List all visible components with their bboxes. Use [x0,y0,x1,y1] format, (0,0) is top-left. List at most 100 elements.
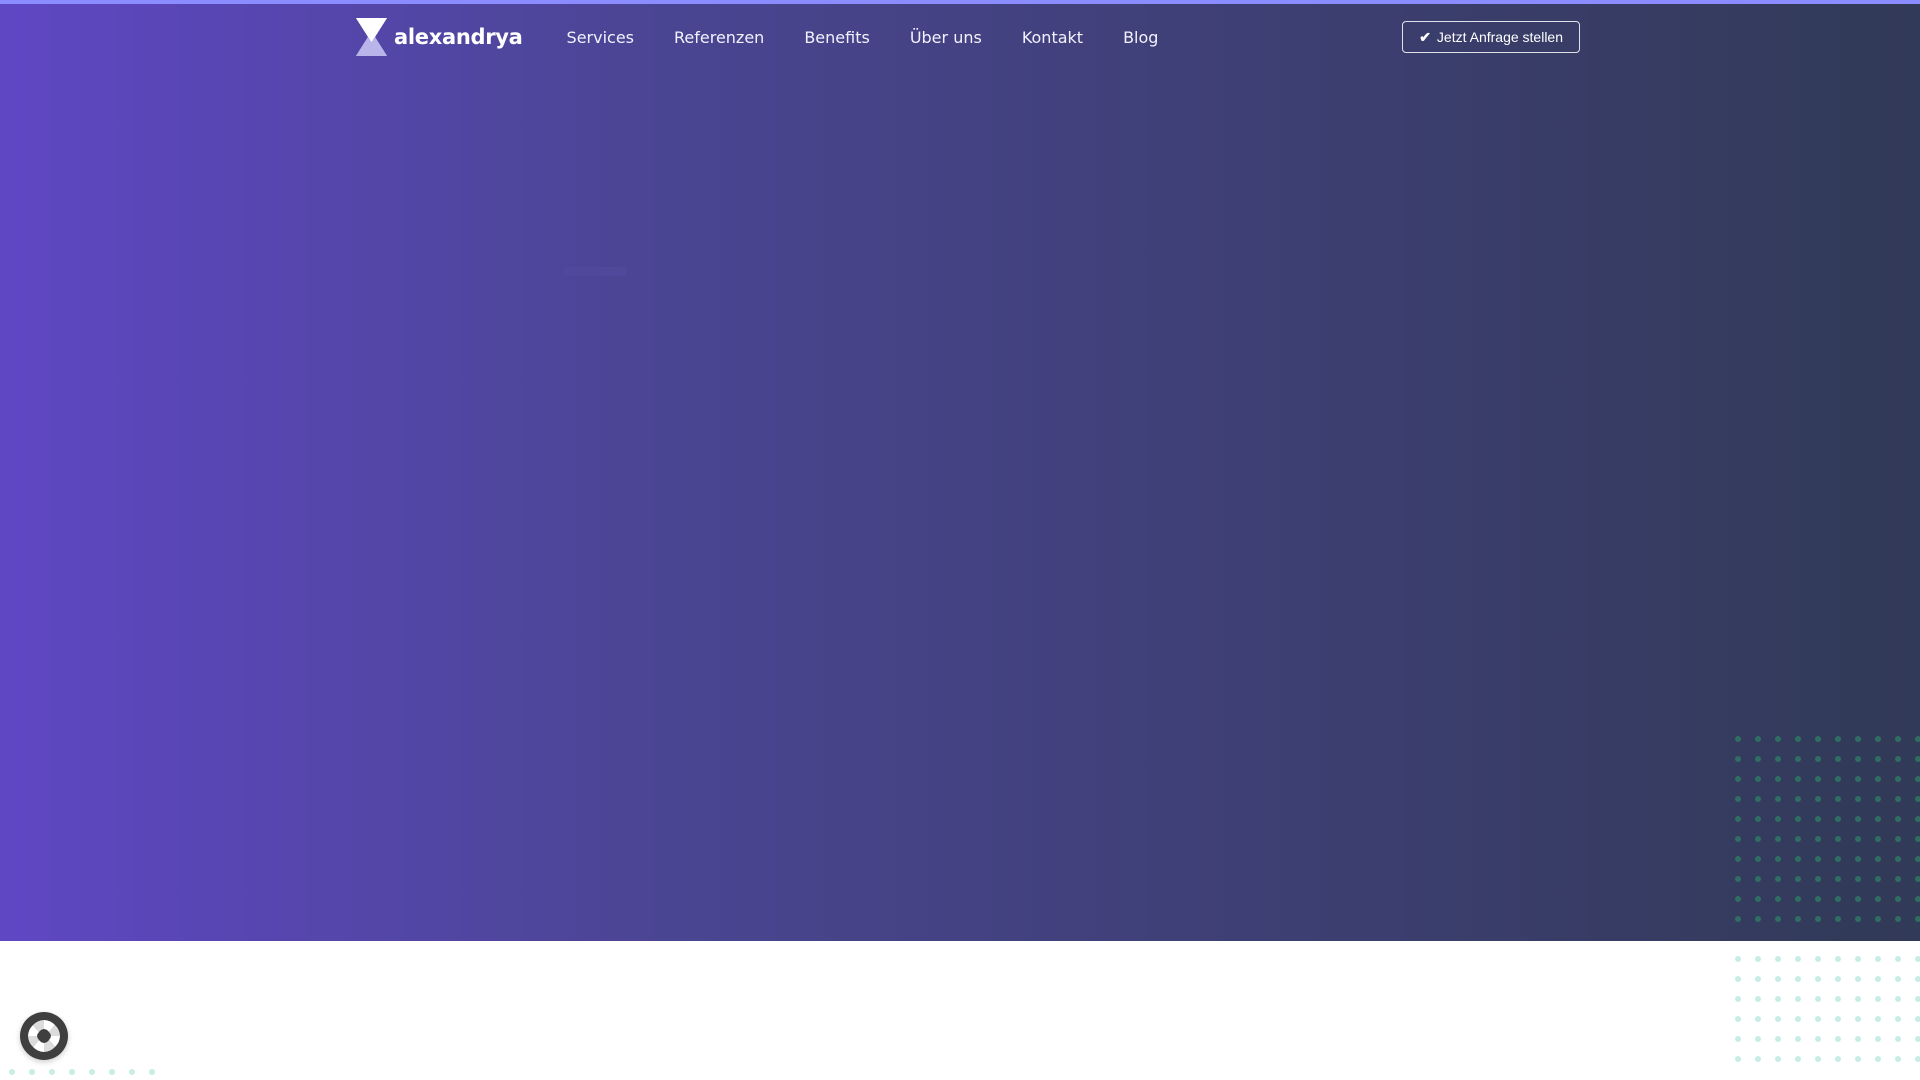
decorative-dot [1755,736,1761,742]
decorative-dot [1915,776,1920,782]
decorative-dot [1795,896,1801,902]
decorative-dot [1755,836,1761,842]
decorative-dot [109,1069,115,1075]
decorative-dot [1815,856,1821,862]
decorative-dot [1875,1036,1881,1042]
decorative-dot [1795,976,1801,982]
decorative-dot [1735,1056,1741,1062]
decorative-dot [1815,736,1821,742]
decorative-dot [1895,1056,1901,1062]
brand-logo[interactable]: alexandrya [355,18,523,56]
decorative-dot [1875,856,1881,862]
decorative-dot [129,1069,135,1075]
request-quote-button[interactable]: ✔ Jetzt Anfrage stellen [1402,21,1580,53]
decorative-dot [1895,956,1901,962]
decorative-dot [1815,1056,1821,1062]
decorative-dot [1855,796,1861,802]
decorative-dot [1895,836,1901,842]
decorative-dot [1875,976,1881,982]
decorative-dot [1875,876,1881,882]
decorative-dot [1895,796,1901,802]
decorative-dot [1815,996,1821,1002]
decorative-dot [29,1069,35,1075]
decorative-dot [1735,956,1741,962]
nav-item-blog[interactable]: Blog [1123,28,1158,47]
decorative-dot [1795,1036,1801,1042]
decorative-dot [1755,1056,1761,1062]
decorative-dot [1855,776,1861,782]
nav-item-ueber-uns[interactable]: Über uns [910,28,982,47]
decorative-dot [1795,856,1801,862]
decorative-dot [1895,976,1901,982]
decorative-dot [1855,1056,1861,1062]
decorative-dot [1775,776,1781,782]
decorative-dot [1915,1036,1920,1042]
decorative-dot [1895,996,1901,1002]
decorative-dot [1795,916,1801,922]
top-accent-line [0,0,1920,4]
nav-item-referenzen[interactable]: Referenzen [674,28,764,47]
decorative-dot [1875,796,1881,802]
decorative-dot [1895,876,1901,882]
cookie-settings-button[interactable] [20,1012,68,1060]
decorative-dot [1875,996,1881,1002]
decorative-dot [1875,956,1881,962]
decorative-dot [1915,756,1920,762]
decorative-dot [1915,976,1920,982]
decorative-dot [1795,736,1801,742]
decorative-dot [1795,876,1801,882]
decorative-dot [1775,1036,1781,1042]
decorative-dot [1915,836,1920,842]
decorative-dot [1815,976,1821,982]
alexandrya-logo-icon [356,18,387,56]
request-quote-label: Jetzt Anfrage stellen [1436,29,1563,45]
check-icon: ✔ [1419,28,1431,45]
decorative-dot [1855,736,1861,742]
decorative-dot [1735,856,1741,862]
decorative-dot [1735,916,1741,922]
decorative-dot [1835,916,1841,922]
decorative-dot [1735,836,1741,842]
decorative-dot [1735,996,1741,1002]
decorative-dot [1735,1036,1741,1042]
decorative-dot [1875,896,1881,902]
decorative-dot [1835,976,1841,982]
decorative-dot [1795,1056,1801,1062]
decorative-dot [1815,776,1821,782]
decorative-dot [9,1069,15,1075]
decorative-dot [1915,896,1920,902]
decorative-dot [1775,996,1781,1002]
nav-item-benefits[interactable]: Benefits [804,28,870,47]
decorative-dot [1895,776,1901,782]
decorative-dot [1775,1056,1781,1062]
decorative-dot [1855,816,1861,822]
decorative-dot [1835,756,1841,762]
decorative-dot [1875,756,1881,762]
decorative-dot [1815,816,1821,822]
decorative-dot [1795,956,1801,962]
decorative-dot [69,1069,75,1075]
brand-name: alexandrya [394,25,523,49]
decorative-dot [1875,816,1881,822]
decorative-dot [1875,916,1881,922]
decorative-dot [1895,1036,1901,1042]
decorative-dot [1855,876,1861,882]
decorative-dot [1775,736,1781,742]
decorative-dot [1835,796,1841,802]
decorative-dot [1855,856,1861,862]
decorative-dot [1755,776,1761,782]
nav-item-kontakt[interactable]: Kontakt [1022,28,1083,47]
decorative-dot [1855,1036,1861,1042]
decorative-dot [1775,896,1781,902]
decorative-dot [1915,956,1920,962]
decorative-dot [1795,816,1801,822]
decorative-dot [1775,916,1781,922]
decorative-dot [49,1069,55,1075]
decorative-dot [1895,896,1901,902]
decorative-dot [1775,796,1781,802]
decorative-dot [1775,976,1781,982]
decorative-dot [1915,796,1920,802]
nav-item-services[interactable]: Services [567,28,634,47]
main-nav: Services Referenzen Benefits Über uns Ko… [567,28,1199,47]
decorative-dot [1735,976,1741,982]
